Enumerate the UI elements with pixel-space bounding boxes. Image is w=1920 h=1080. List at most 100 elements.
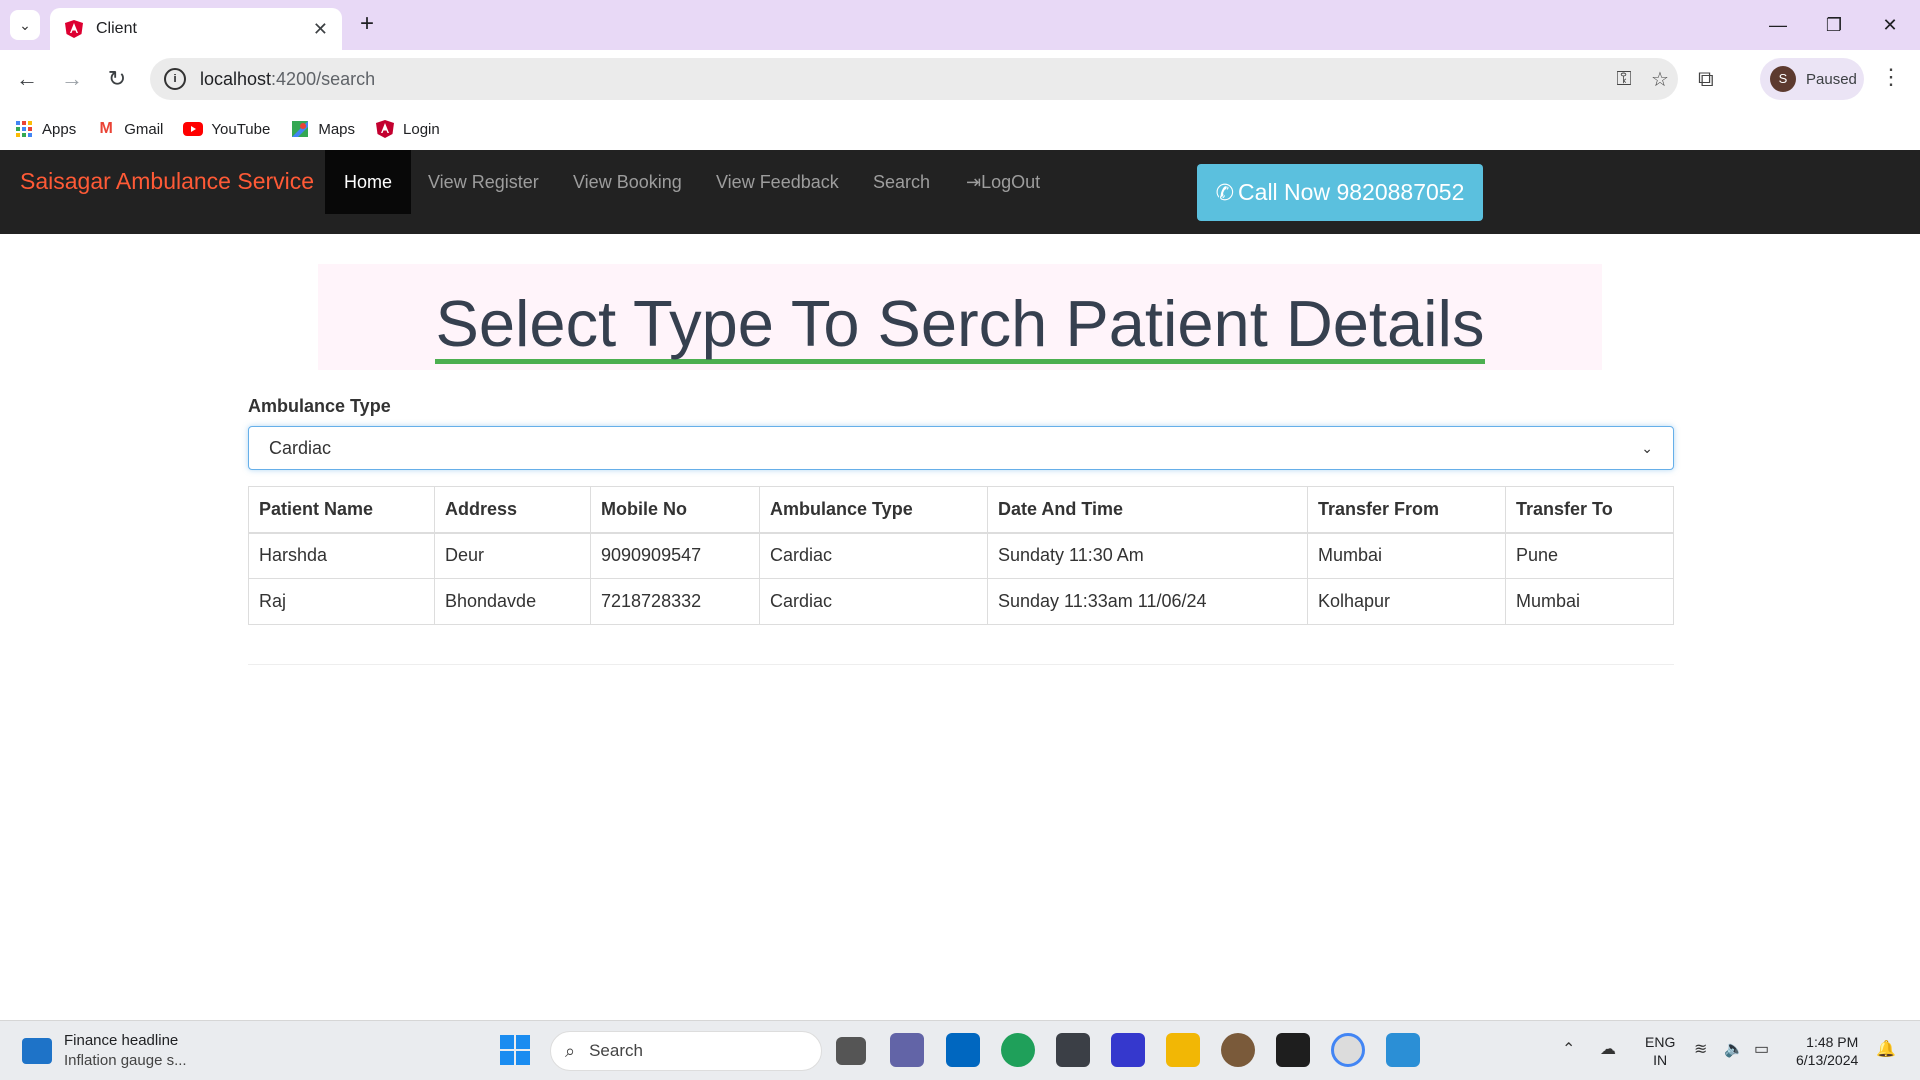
show-hidden-icons-icon[interactable]: ⌃ <box>1562 1039 1575 1059</box>
patient-table: Patient Name Address Mobile No Ambulance… <box>248 486 1674 625</box>
restore-icon[interactable]: ❐ <box>1814 10 1854 40</box>
ambulance-type-select[interactable]: Cardiac ⌄ <box>248 426 1674 470</box>
column-header: Transfer To <box>1505 486 1674 534</box>
task-view-icon[interactable] <box>836 1037 866 1065</box>
app-navbar: Saisagar Ambulance Service Home View Reg… <box>0 150 1920 234</box>
angular-icon <box>376 120 395 138</box>
notification-bell-icon[interactable]: 🔔 <box>1876 1039 1896 1059</box>
profile-status: Paused <box>1806 70 1857 88</box>
language-indicator[interactable]: ENG IN <box>1645 1033 1675 1069</box>
file-explorer-icon[interactable] <box>1166 1033 1200 1067</box>
nav-view-booking[interactable]: View Booking <box>554 150 701 214</box>
app-icon[interactable] <box>1056 1033 1090 1067</box>
new-tab-button[interactable]: + <box>352 10 382 40</box>
clock[interactable]: 1:48 PM 6/13/2024 <box>1796 1033 1858 1069</box>
tab-title: Client <box>96 20 137 37</box>
table-cell: Sunday 11:33am 11/06/24 <box>987 578 1308 625</box>
terminal-icon[interactable] <box>1276 1033 1310 1067</box>
search-icon: ⌕ <box>565 1040 576 1061</box>
column-header: Date And Time <box>987 486 1308 534</box>
minimize-icon[interactable]: — <box>1758 10 1798 40</box>
password-key-icon[interactable]: ⚿ <box>1606 68 1642 91</box>
teams-icon[interactable] <box>890 1033 924 1067</box>
widget-icon <box>22 1038 52 1064</box>
column-header: Mobile No <box>590 486 760 534</box>
avatar: S <box>1770 66 1796 92</box>
star-icon[interactable]: ☆ <box>1642 67 1678 92</box>
ambulance-type-label: Ambulance Type <box>248 396 391 416</box>
logout-icon: ⇥ <box>966 172 982 192</box>
reload-icon[interactable]: ↻ <box>102 64 132 94</box>
chevron-down-icon: ⌄ <box>19 16 31 33</box>
photos-icon[interactable] <box>1386 1033 1420 1067</box>
column-header: Patient Name <box>248 486 435 534</box>
angular-icon <box>65 20 83 38</box>
select-value: Cardiac <box>269 437 332 458</box>
site-info-icon[interactable]: i <box>164 68 186 90</box>
store-icon[interactable] <box>946 1033 980 1067</box>
maps-icon <box>290 119 310 139</box>
apps-grid-icon <box>14 119 34 139</box>
table-row: Raj Bhondavde 7218728332 Cardiac Sunday … <box>248 578 1674 625</box>
forward-icon[interactable]: → <box>57 64 87 94</box>
app-icon[interactable] <box>1221 1033 1255 1067</box>
table-cell: Deur <box>434 532 591 579</box>
edge-icon[interactable] <box>1001 1033 1035 1067</box>
gmail-icon: M <box>99 120 113 137</box>
taskbar: Finance headline Inflation gauge s... ⌕ … <box>0 1020 1920 1080</box>
table-cell: Bhondavde <box>434 578 591 625</box>
kebab-menu-icon[interactable]: ⋮ <box>1880 64 1902 90</box>
browser-tab[interactable]: Client ✕ <box>50 8 342 50</box>
table-cell: Mumbai <box>1307 532 1506 579</box>
bookmark-gmail[interactable]: M Gmail <box>96 119 164 139</box>
table-row: Harshda Deur 9090909547 Cardiac Sundaty … <box>248 532 1674 579</box>
table-cell: Sundaty 11:30 Am <box>987 532 1308 579</box>
nav-home[interactable]: Home <box>325 150 412 214</box>
nav-view-register[interactable]: View Register <box>409 150 558 214</box>
taskbar-search[interactable]: ⌕ Search <box>550 1031 822 1071</box>
table-cell: Kolhapur <box>1307 578 1506 625</box>
brand-link[interactable]: Saisagar Ambulance Service <box>20 168 314 195</box>
table-cell: Pune <box>1505 532 1674 579</box>
close-window-icon[interactable]: ✕ <box>1870 10 1910 40</box>
nav-search[interactable]: Search <box>854 150 949 214</box>
bookmark-maps[interactable]: Maps <box>290 119 355 139</box>
youtube-icon <box>183 119 204 139</box>
bookmark-login[interactable]: Login <box>375 119 440 139</box>
extensions-icon[interactable]: ⧉ <box>1698 66 1714 92</box>
wifi-icon[interactable]: ≋ <box>1694 1039 1707 1059</box>
call-now-button[interactable]: ✆ Call Now 9820887052 <box>1197 164 1483 221</box>
table-cell: Raj <box>248 578 435 625</box>
volume-icon[interactable]: 🔈 <box>1724 1039 1744 1059</box>
chrome-icon[interactable] <box>1331 1033 1365 1067</box>
widget-title: Finance headline <box>64 1032 179 1049</box>
cloud-icon[interactable]: ☁ <box>1600 1039 1616 1059</box>
divider <box>248 664 1674 665</box>
widget-subtitle: Inflation gauge s... <box>64 1052 187 1069</box>
browser-tab-bar: ⌄ Client ✕ + — ❐ ✕ <box>0 0 1920 50</box>
back-icon[interactable]: ← <box>12 64 42 94</box>
battery-icon[interactable]: ▭ <box>1754 1039 1769 1059</box>
close-icon[interactable]: ✕ <box>313 19 328 40</box>
news-widget[interactable]: Finance headline Inflation gauge s... <box>22 1031 187 1071</box>
table-cell: Cardiac <box>759 578 988 625</box>
table-cell: Cardiac <box>759 532 988 579</box>
table-cell: Mumbai <box>1505 578 1674 625</box>
profile-button[interactable]: S Paused <box>1760 58 1864 100</box>
windows-start-icon[interactable] <box>500 1035 530 1065</box>
tab-search-button[interactable]: ⌄ <box>10 10 40 40</box>
table-cell: 9090909547 <box>590 532 760 579</box>
app-icon[interactable] <box>1111 1033 1145 1067</box>
bookmark-apps[interactable]: Apps <box>14 119 76 139</box>
browser-toolbar: ← → ↻ i localhost:4200/search ⚿ ☆ ⧉ S Pa… <box>0 50 1920 108</box>
page-title: Select Type To Serch Patient Details <box>435 289 1485 364</box>
column-header: Address <box>434 486 591 534</box>
url-text: localhost:4200/search <box>200 68 376 89</box>
table-cell: Harshda <box>248 532 435 579</box>
column-header: Ambulance Type <box>759 486 988 534</box>
bookmark-youtube[interactable]: YouTube <box>183 119 270 139</box>
table-cell: 7218728332 <box>590 578 760 625</box>
address-bar[interactable]: i localhost:4200/search ⚿ ☆ <box>150 58 1678 100</box>
nav-logout[interactable]: ⇥LogOut <box>947 150 1059 214</box>
nav-view-feedback[interactable]: View Feedback <box>697 150 858 214</box>
